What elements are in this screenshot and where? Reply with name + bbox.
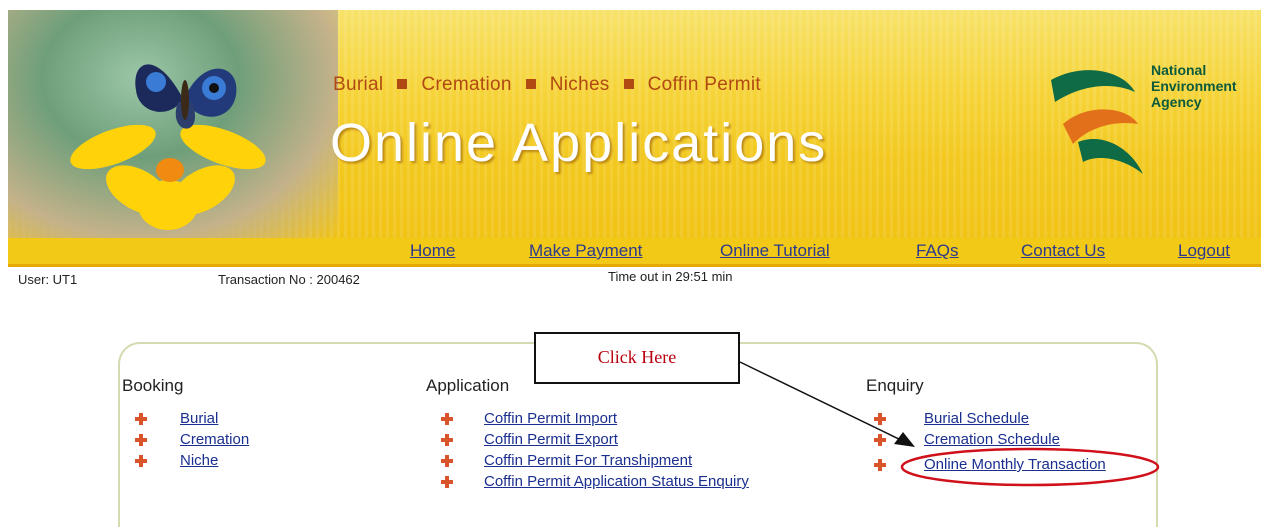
coffin-permit-import-link[interactable]: Coffin Permit Import [484, 410, 617, 427]
coffin-permit-export-link[interactable]: Coffin Permit Export [484, 431, 618, 448]
square-separator-icon [623, 78, 634, 89]
nea-logo-icon [1051, 70, 1143, 174]
online-monthly-transaction-link[interactable]: Online Monthly Transaction [924, 456, 1106, 473]
subnav-burial: Burial [333, 74, 384, 95]
nav-home-link[interactable]: Home [410, 241, 455, 261]
page-title: Online Applications [330, 113, 828, 173]
bullet-icon [441, 455, 453, 467]
bullet-icon [135, 455, 147, 467]
subnav-coffin-permit: Coffin Permit [647, 74, 761, 95]
nav-online-tutorial-link[interactable]: Online Tutorial [720, 241, 830, 261]
cremation-schedule-link[interactable]: Cremation Schedule [924, 431, 1060, 448]
application-heading: Application [426, 376, 510, 395]
coffin-permit-transhipment-link[interactable]: Coffin Permit For Transhipment [484, 452, 692, 469]
butterfly-icon [135, 64, 237, 129]
main-nav: Home Make Payment Online Tutorial FAQs C… [8, 238, 1261, 267]
bullet-icon [441, 476, 453, 488]
nav-faqs-link[interactable]: FAQs [916, 241, 959, 261]
booking-niche-link[interactable]: Niche [180, 452, 218, 469]
booking-cremation-link[interactable]: Cremation [180, 431, 249, 448]
user-label: User: UT1 [18, 272, 78, 287]
enquiry-heading: Enquiry [866, 376, 924, 395]
timeout-indicator: Time out in 29:51 min [608, 269, 733, 284]
nav-contact-us-link[interactable]: Contact Us [1021, 241, 1105, 261]
coffin-permit-status-enquiry-link[interactable]: Coffin Permit Application Status Enquiry [484, 473, 749, 490]
bullet-icon [874, 434, 886, 446]
agency-name: National Environment Agency [1151, 62, 1237, 110]
subnav-niches: Niches [549, 74, 610, 95]
bullet-icon [135, 413, 147, 425]
nav-make-payment-link[interactable]: Make Payment [529, 241, 642, 261]
subnav-cremation: Cremation [421, 74, 512, 95]
header-banner: Burial Cremation Niches Coffin Permit Onlin… [8, 10, 1261, 238]
butterfly-photo [8, 10, 338, 238]
bullet-icon [874, 413, 886, 425]
bullet-icon [874, 459, 886, 471]
bullet-icon [441, 413, 453, 425]
booking-heading: Booking [122, 376, 184, 395]
burial-schedule-link[interactable]: Burial Schedule [924, 410, 1029, 427]
bullet-icon [135, 434, 147, 446]
flower-petal [138, 180, 198, 230]
flower-center [156, 158, 184, 182]
service-subnav: Burial Cremation Niches Coffin Permit [333, 74, 761, 96]
transaction-number: Transaction No : 200462 [218, 272, 360, 287]
bullet-icon [441, 434, 453, 446]
square-separator-icon [525, 78, 536, 89]
click-here-callout: Click Here [534, 332, 740, 384]
nav-logout-link[interactable]: Logout [1178, 241, 1230, 261]
square-separator-icon [397, 78, 408, 89]
booking-burial-link[interactable]: Burial [180, 410, 218, 427]
